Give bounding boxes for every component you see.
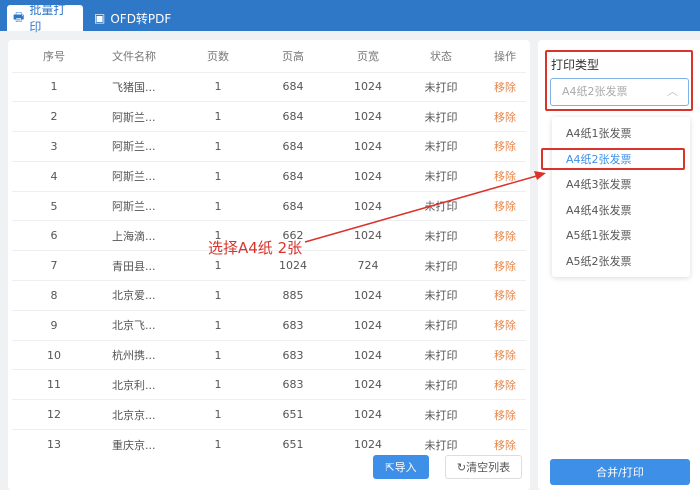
annotation-arrow (304, 171, 546, 243)
